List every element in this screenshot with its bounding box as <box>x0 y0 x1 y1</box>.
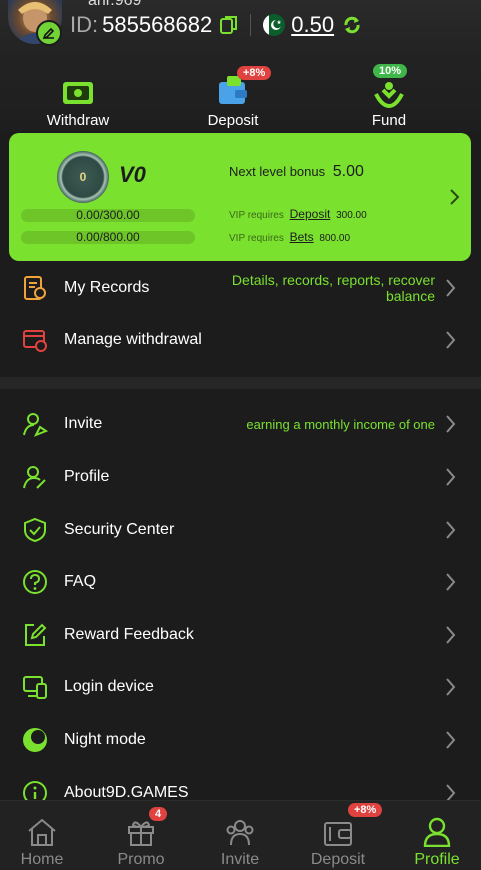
chevron-right-icon <box>446 279 456 297</box>
reward-feedback-label: Reward Feedback <box>64 626 194 643</box>
chevron-right-icon <box>446 626 456 644</box>
profile-icon <box>23 466 46 489</box>
manage-withdrawal-label: Manage withdrawal <box>64 331 202 348</box>
group-icon <box>226 820 254 846</box>
wallet-icon <box>63 82 93 104</box>
req-prefix: VIP requires <box>229 210 284 221</box>
username: anr.969 <box>88 0 142 9</box>
nav-home[interactable]: Home <box>0 815 90 869</box>
withdraw-label: Withdraw <box>46 112 110 129</box>
bets-progress-bar: 0.00/800.00 <box>21 231 195 244</box>
manage-withdrawal-row[interactable]: Manage withdrawal <box>0 314 481 366</box>
menu-item-reward-feedback[interactable]: Reward Feedback <box>0 609 481 661</box>
menu-item-faq[interactable]: FAQ <box>0 556 481 608</box>
nav-home-label: Home <box>20 851 64 868</box>
home-icon <box>28 818 56 846</box>
security-center-label: Security Center <box>64 521 175 538</box>
fund-icon <box>374 82 404 108</box>
login-device-label: Login device <box>64 678 154 695</box>
promo-count-badge: 4 <box>149 807 168 821</box>
invite-label: Invite <box>64 415 103 432</box>
id-label: ID: <box>70 12 99 37</box>
chevron-right-icon <box>446 678 456 696</box>
vip-level: V0 <box>119 162 146 187</box>
vip-card[interactable]: 0 V0 Next level bonus 5.00 0.00/300.00 0… <box>9 133 471 261</box>
profile-label: Profile <box>64 468 110 485</box>
fund-badge: 10% <box>373 64 408 78</box>
header: anr.969 ID: 585568682 0.50 <box>0 0 481 62</box>
quick-actions: Withdraw +8% Deposit 10% Fund <box>0 62 481 132</box>
pakistan-flag-icon <box>263 14 286 36</box>
chevron-right-icon <box>446 731 456 749</box>
bets-requirement: VIP requires Bets 800.00 <box>229 230 350 244</box>
edit-avatar-icon[interactable] <box>36 20 62 46</box>
bets-requirement-amount: 800.00 <box>319 233 351 244</box>
night-mode-label: Night mode <box>64 731 146 748</box>
nav-invite[interactable]: Invite <box>192 815 288 869</box>
nav-profile[interactable]: Profile <box>389 815 481 869</box>
deposit-action-button[interactable]: +8% Deposit <box>173 66 293 129</box>
header-divider <box>250 14 252 36</box>
device-icon <box>23 676 47 699</box>
menu-item-night-mode[interactable]: Night mode <box>0 714 481 766</box>
person-icon <box>423 817 451 847</box>
fund-button[interactable]: 10% Fund <box>329 64 449 129</box>
refresh-icon[interactable] <box>342 15 362 35</box>
chevron-right-icon <box>446 573 456 591</box>
copy-icon[interactable] <box>220 15 238 35</box>
user-id: 585568682 <box>102 12 213 37</box>
menu-item-invite[interactable]: Invite earning a monthly income of one <box>0 398 481 450</box>
nav-deposit-label: Deposit <box>310 851 366 868</box>
bottom-nav: Home 4 Promo Invite +8% Deposit Profile <box>0 800 481 870</box>
menu-item-security-center[interactable]: Security Center <box>0 504 481 556</box>
nav-invite-label: Invite <box>220 851 260 868</box>
withdraw-button[interactable]: Withdraw <box>18 70 138 129</box>
deposit-requirement-amount: 300.00 <box>336 210 367 221</box>
faq-label: FAQ <box>64 573 97 590</box>
nav-profile-label: Profile <box>414 851 460 868</box>
nav-promo-label: Promo <box>117 851 165 868</box>
shield-icon <box>24 517 46 543</box>
chevron-right-icon <box>450 189 460 205</box>
invite-icon <box>23 413 48 437</box>
deposit-progress-bar: 0.00/300.00 <box>21 209 195 222</box>
deposit-requirement: VIP requires Deposit 300.00 <box>229 207 367 221</box>
next-level-value: 5.00 <box>332 163 364 180</box>
chevron-right-icon <box>446 521 456 539</box>
deposit-label: Deposit <box>207 112 259 129</box>
vip-coin-icon: 0 <box>57 151 109 203</box>
my-records-label: My Records <box>64 279 150 296</box>
withdrawal-manage-icon <box>23 330 47 352</box>
wallet-icon <box>324 822 352 846</box>
moon-icon <box>23 728 47 752</box>
nav-promo[interactable]: 4 Promo <box>93 807 189 869</box>
menu-item-profile[interactable]: Profile <box>0 451 481 503</box>
fund-label: Fund <box>371 112 407 129</box>
gift-icon <box>128 821 154 846</box>
next-level-label: Next level bonus <box>229 164 326 179</box>
deposit-nav-badge: +8% <box>348 803 383 817</box>
req-prefix: VIP requires <box>229 233 284 244</box>
next-level-bonus: Next level bonus 5.00 <box>229 163 364 181</box>
question-icon <box>23 570 47 594</box>
records-icon <box>24 276 46 300</box>
vip-coin-text: 0 <box>79 170 87 184</box>
deposit-bonus-badge: +8% <box>237 66 272 80</box>
balance-value: 0.50 <box>291 12 335 37</box>
chevron-right-icon <box>446 331 456 349</box>
my-records-row[interactable]: My Records Details, records, reports, re… <box>0 262 481 314</box>
my-records-description: Details, records, reports, recover balan… <box>231 272 435 304</box>
invite-description: earning a monthly income of one <box>246 416 435 432</box>
deposit-requirement-link[interactable]: Deposit <box>290 207 331 221</box>
edit-icon <box>25 623 47 646</box>
chevron-right-icon <box>446 468 456 486</box>
nav-deposit[interactable]: +8% Deposit <box>290 803 386 869</box>
chevron-right-icon <box>446 415 456 433</box>
section-divider <box>0 377 481 389</box>
bets-requirement-link[interactable]: Bets <box>290 230 314 244</box>
menu-item-login-device[interactable]: Login device <box>0 661 481 713</box>
id-row: ID: 585568682 0.50 <box>70 12 362 38</box>
